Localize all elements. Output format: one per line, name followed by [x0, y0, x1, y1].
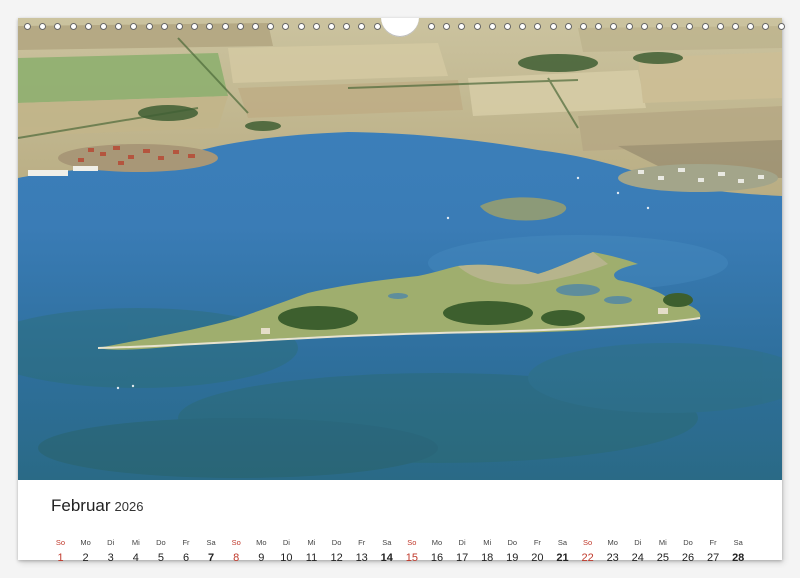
- day-weekday: Sa: [382, 538, 392, 547]
- day-cell: Di 17: [450, 538, 475, 564]
- day-cell: Di 3: [98, 538, 123, 564]
- day-number: 27: [706, 552, 720, 564]
- month-name: Februar: [51, 496, 111, 515]
- day-number: 1: [57, 552, 64, 564]
- day-cell: Sa 7: [199, 538, 224, 564]
- day-number: 21: [556, 552, 569, 564]
- day-cell: Mi 18: [475, 538, 500, 564]
- day-number: 19: [506, 552, 519, 564]
- day-weekday: Fr: [358, 538, 366, 547]
- day-cell: So 8: [224, 538, 249, 564]
- calendar-page: Februar 2026 So 1 Mo 2 Di 3 Mi 4 Do 5 Fr 6 Sa 7 So 8 Mo 9 D…: [18, 18, 785, 564]
- day-weekday: Mo: [80, 538, 91, 547]
- day-cell: Mi 25: [650, 538, 675, 564]
- day-number: 6: [182, 552, 190, 564]
- calendar-strip: Februar 2026 So 1 Mo 2 Di 3 Mi 4 Do 5 Fr 6 Sa 7 So 8 Mo 9 D…: [18, 480, 782, 564]
- day-number: 11: [305, 552, 318, 564]
- day-cell: Fr 13: [349, 538, 374, 564]
- day-weekday: Mo: [256, 538, 267, 547]
- day-number: 15: [405, 552, 419, 564]
- month-year: 2026: [114, 499, 144, 514]
- day-weekday: Mo: [431, 538, 443, 547]
- day-cell: Mi 11: [299, 538, 324, 564]
- day-number: 10: [280, 552, 293, 564]
- day-weekday: Mo: [607, 538, 618, 547]
- day-cell: Mo 2: [73, 538, 98, 564]
- day-weekday: Mi: [658, 538, 667, 547]
- day-number: 28: [732, 552, 745, 564]
- day-number: 25: [656, 552, 670, 564]
- day-weekday: Do: [507, 538, 518, 547]
- day-weekday: Mi: [483, 538, 492, 547]
- day-weekday: Fr: [709, 538, 717, 547]
- day-weekday: So: [55, 538, 66, 547]
- aerial-photo-island: [18, 18, 782, 480]
- day-number: 23: [606, 552, 619, 564]
- day-number: 14: [380, 552, 393, 564]
- day-weekday: Mi: [131, 538, 140, 547]
- day-number: 16: [430, 552, 444, 564]
- day-cell: Mo 9: [249, 538, 274, 564]
- day-number: 13: [355, 552, 368, 564]
- day-cell: Mi 4: [123, 538, 148, 564]
- day-cell: Do 26: [676, 538, 701, 564]
- day-number: 2: [82, 552, 89, 564]
- day-cell: Fr 20: [525, 538, 550, 564]
- day-weekday: Fr: [533, 538, 541, 547]
- day-weekday: Di: [107, 538, 115, 547]
- day-number: 3: [107, 552, 114, 564]
- day-weekday: Sa: [557, 538, 568, 547]
- day-weekday: So: [583, 538, 593, 547]
- day-weekday: Fr: [182, 538, 190, 547]
- day-cell: Di 24: [625, 538, 650, 564]
- day-number: 4: [132, 552, 139, 564]
- day-cell: Sa 14: [374, 538, 399, 564]
- day-number: 7: [208, 552, 215, 564]
- day-weekday: Di: [634, 538, 642, 547]
- day-weekday: Sa: [733, 538, 743, 547]
- day-number: 8: [233, 552, 240, 564]
- month-heading: Februar 2026: [51, 496, 143, 516]
- day-cell: So 22: [575, 538, 600, 564]
- day-weekday: So: [407, 538, 417, 547]
- day-cell: Fr 6: [174, 538, 199, 564]
- day-cell: Mo 23: [600, 538, 625, 564]
- day-number: 20: [531, 552, 544, 564]
- day-weekday: Do: [683, 538, 693, 547]
- day-cell: So 1: [48, 538, 73, 564]
- day-number: 17: [455, 552, 469, 564]
- day-cell: Mo 16: [425, 538, 450, 564]
- day-weekday: Sa: [206, 538, 216, 547]
- day-number: 5: [157, 552, 164, 564]
- landscape-illustration: [18, 18, 782, 480]
- day-cell: Sa 28: [726, 538, 751, 564]
- day-weekday: So: [231, 538, 241, 547]
- day-weekday: Di: [458, 538, 466, 547]
- day-number: 12: [330, 552, 343, 564]
- day-grid: So 1 Mo 2 Di 3 Mi 4 Do 5 Fr 6 Sa 7 So 8 Mo 9 Di 10 Mi 11 Do 12 F…: [48, 538, 778, 578]
- day-number: 9: [258, 552, 265, 564]
- day-weekday: Mi: [307, 538, 316, 547]
- day-weekday: Do: [331, 538, 342, 547]
- day-cell: Do 12: [324, 538, 349, 564]
- day-cell: So 15: [399, 538, 424, 564]
- day-cell: Sa 21: [550, 538, 575, 564]
- day-cell: Do 19: [500, 538, 525, 564]
- day-weekday: Di: [282, 538, 290, 547]
- day-number: 18: [481, 552, 494, 564]
- day-number: 24: [631, 552, 644, 564]
- day-number: 26: [681, 552, 695, 564]
- day-cell: Do 5: [148, 538, 173, 564]
- day-weekday: Do: [156, 538, 166, 547]
- day-cell: Di 10: [274, 538, 299, 564]
- day-cell: Fr 27: [701, 538, 726, 564]
- day-number: 22: [581, 552, 594, 564]
